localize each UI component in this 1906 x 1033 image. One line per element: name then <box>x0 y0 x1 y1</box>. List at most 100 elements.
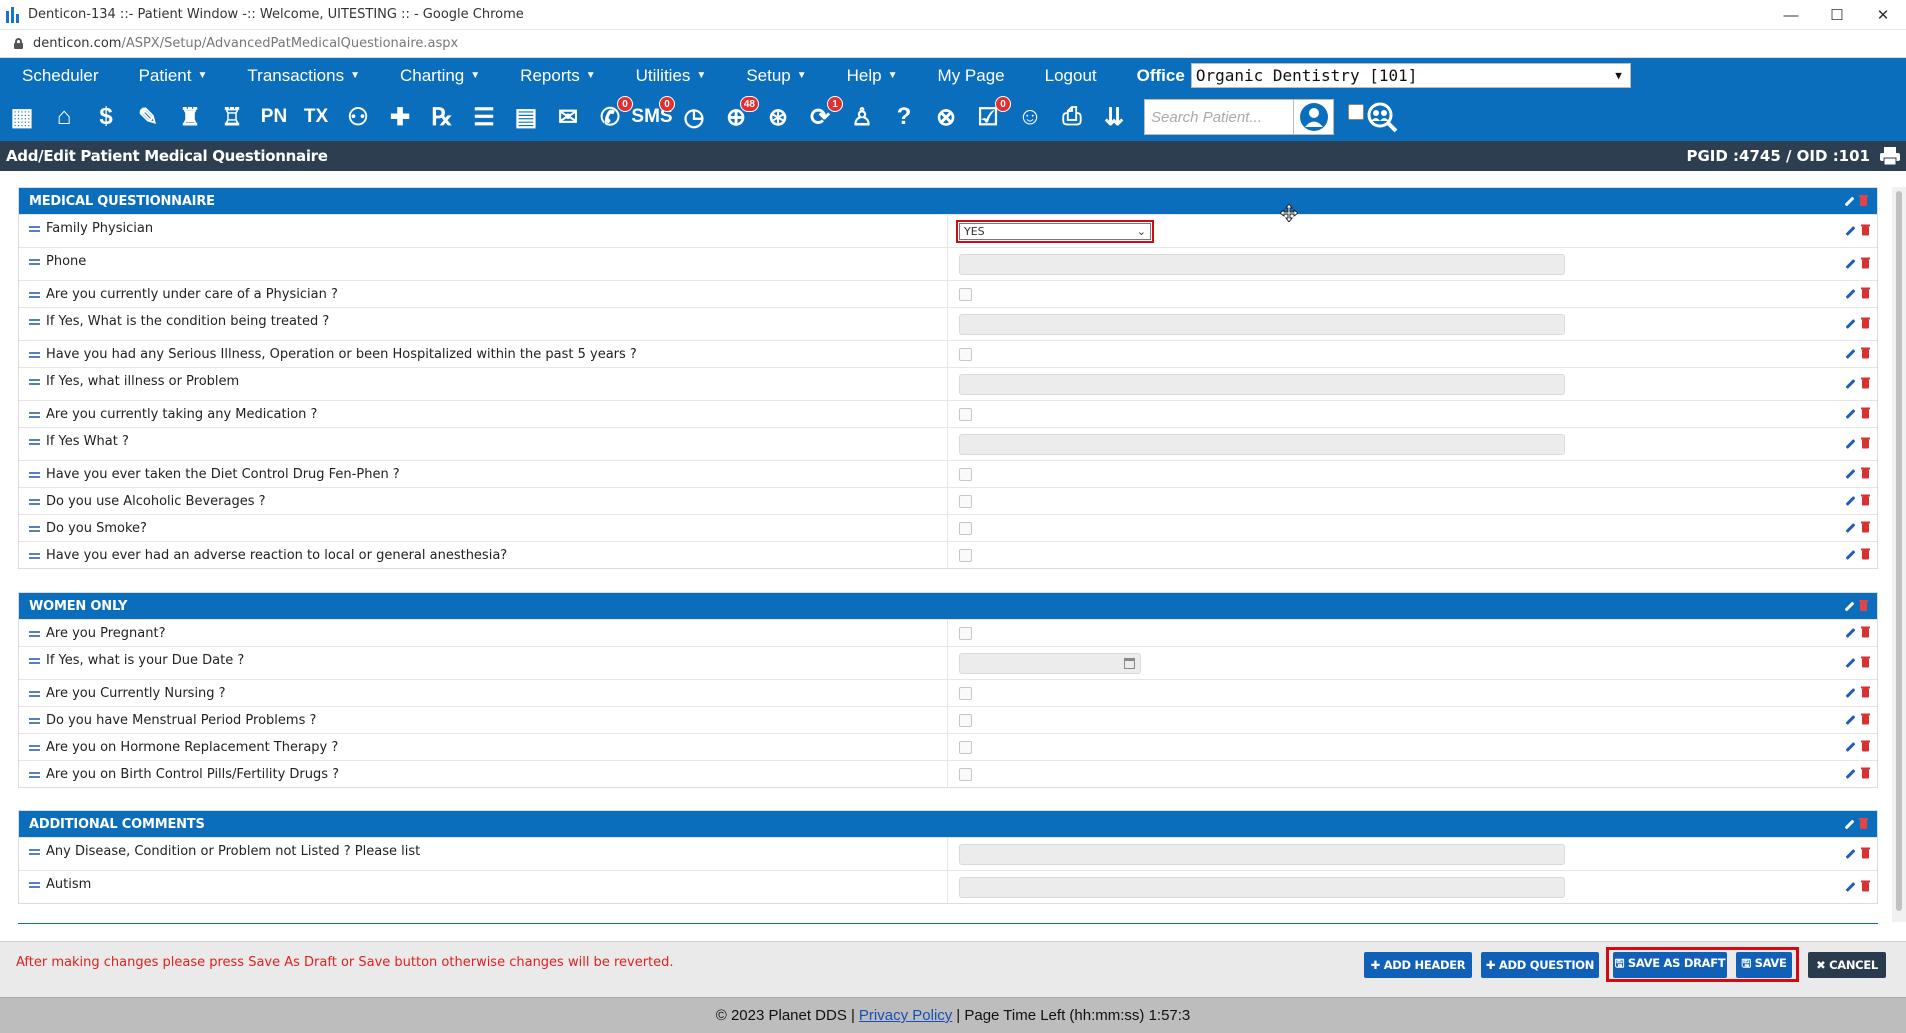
delete-header-icon[interactable] <box>1859 599 1868 611</box>
privacy-policy-link[interactable]: Privacy Policy <box>859 1007 952 1024</box>
chart-pen-icon[interactable]: ✎ <box>130 99 166 135</box>
url-text[interactable]: denticon.com/ASPX/Setup/AdvancedPatMedic… <box>33 36 458 51</box>
edit-question-icon[interactable] <box>1846 260 1855 269</box>
close-button[interactable]: ✕ <box>1860 0 1906 30</box>
drag-handle-icon[interactable] <box>29 553 40 559</box>
answer-checkbox[interactable] <box>959 548 972 562</box>
delete-question-icon[interactable] <box>1861 377 1870 389</box>
chevrons-down-icon[interactable]: ⇊ <box>1096 99 1132 135</box>
drag-handle-icon[interactable] <box>29 412 40 418</box>
edit-question-icon[interactable] <box>1846 227 1855 236</box>
calendar-icon[interactable] <box>1124 657 1135 669</box>
edit-question-icon[interactable] <box>1846 551 1855 560</box>
drag-handle-icon[interactable] <box>29 292 40 298</box>
delete-question-icon[interactable] <box>1861 713 1870 725</box>
delete-question-icon[interactable] <box>1861 548 1870 560</box>
answer-text-input[interactable] <box>959 373 1565 395</box>
drag-handle-icon[interactable] <box>29 772 40 778</box>
delete-question-icon[interactable] <box>1861 347 1870 359</box>
delete-question-icon[interactable] <box>1861 494 1870 506</box>
delete-question-icon[interactable] <box>1861 767 1870 779</box>
drag-handle-icon[interactable] <box>29 226 40 232</box>
checklist-icon[interactable]: ☑ 0 <box>970 96 1011 135</box>
envelope-icon[interactable]: ✉ <box>550 99 586 135</box>
menu-reports[interactable]: Reports ▼ <box>498 66 613 86</box>
answer-checkbox[interactable] <box>959 347 972 361</box>
printer-icon[interactable] <box>1880 147 1900 165</box>
answer-checkbox[interactable] <box>959 740 972 754</box>
edit-question-icon[interactable] <box>1846 440 1855 449</box>
add-patient-icon[interactable]: ⚇ <box>340 99 376 135</box>
cancel-button[interactable]: ✖ CANCEL <box>1808 952 1886 978</box>
tx-icon[interactable]: TX <box>298 99 334 135</box>
drag-handle-icon[interactable] <box>29 658 40 664</box>
drag-handle-icon[interactable] <box>29 526 40 532</box>
delete-question-icon[interactable] <box>1861 686 1870 698</box>
edit-header-icon[interactable] <box>1845 197 1854 206</box>
answer-text-input[interactable] <box>959 313 1565 335</box>
help-tooth-icon[interactable]: ? <box>886 99 922 135</box>
tooth-outline-icon[interactable]: ♙ <box>844 99 880 135</box>
menu-setup[interactable]: Setup ▼ <box>724 66 824 86</box>
add-medical-icon[interactable]: ✚ <box>382 99 418 135</box>
patient-search-input[interactable]: Search Patient... <box>1144 99 1294 135</box>
home-icon[interactable]: ⌂ <box>46 99 82 135</box>
edit-header-icon[interactable] <box>1845 820 1854 829</box>
save-as-draft-button[interactable]: 🖫 SAVE AS DRAFT <box>1613 952 1727 978</box>
answer-checkbox[interactable] <box>959 467 972 481</box>
edit-question-icon[interactable] <box>1846 290 1855 299</box>
globe-icon[interactable]: ⊕ 48 <box>718 96 759 135</box>
edit-question-icon[interactable] <box>1846 770 1855 779</box>
drag-handle-icon[interactable] <box>29 439 40 445</box>
answer-text-input[interactable] <box>959 253 1565 275</box>
add-question-button[interactable]: ✚ ADD QUESTION <box>1481 952 1599 978</box>
edit-question-icon[interactable] <box>1846 524 1855 533</box>
delete-question-icon[interactable] <box>1861 224 1870 236</box>
family-physician-select[interactable]: YES ⌄ <box>956 219 1154 243</box>
edit-question-icon[interactable] <box>1846 716 1855 725</box>
calendar-icon[interactable]: ▦ <box>4 99 40 135</box>
drag-handle-icon[interactable] <box>29 745 40 751</box>
edit-question-icon[interactable] <box>1846 320 1855 329</box>
menu-transactions[interactable]: Transactions ▼ <box>225 66 378 86</box>
maximize-button[interactable]: ☐ <box>1814 0 1860 30</box>
menu-utilities[interactable]: Utilities ▼ <box>614 66 725 86</box>
answer-text-input[interactable] <box>959 433 1565 455</box>
web-icon[interactable]: ⊗ <box>928 99 964 135</box>
office-select[interactable]: Organic Dentistry [101] ▼ <box>1190 63 1631 88</box>
edit-question-icon[interactable] <box>1846 380 1855 389</box>
answer-checkbox[interactable] <box>959 767 972 781</box>
drag-handle-icon[interactable] <box>29 379 40 385</box>
drag-handle-icon[interactable] <box>29 352 40 358</box>
delete-question-icon[interactable] <box>1861 467 1870 479</box>
delete-question-icon[interactable] <box>1861 287 1870 299</box>
group-search-icon[interactable] <box>1364 99 1400 135</box>
drag-handle-icon[interactable] <box>29 691 40 697</box>
answer-text-input[interactable] <box>959 843 1565 865</box>
delete-header-icon[interactable] <box>1859 194 1868 206</box>
delete-question-icon[interactable] <box>1861 437 1870 449</box>
pn-icon[interactable]: PN <box>256 99 292 135</box>
answer-checkbox[interactable] <box>959 713 972 727</box>
edit-question-icon[interactable] <box>1846 743 1855 752</box>
edit-header-icon[interactable] <box>1845 602 1854 611</box>
patient-search-button[interactable] <box>1294 99 1334 135</box>
edit-question-icon[interactable] <box>1846 470 1855 479</box>
printer-icon[interactable]: ⎙ <box>1054 99 1090 135</box>
menu-my-page[interactable]: My Page <box>916 66 1023 86</box>
menu-logout[interactable]: Logout <box>1023 66 1115 86</box>
edit-question-icon[interactable] <box>1846 410 1855 419</box>
message-icon[interactable]: ✆ 0 <box>592 96 633 135</box>
clock-icon[interactable]: ◷ <box>676 99 712 135</box>
delete-question-icon[interactable] <box>1861 257 1870 269</box>
answer-checkbox[interactable] <box>959 521 972 535</box>
vertical-scrollbar[interactable] <box>1892 187 1906 922</box>
drag-handle-icon[interactable] <box>29 882 40 888</box>
minimize-button[interactable]: — <box>1768 0 1814 30</box>
rx-icon[interactable]: ℞ <box>424 99 460 135</box>
support-icon[interactable]: ⊛ <box>760 99 796 135</box>
drag-handle-icon[interactable] <box>29 631 40 637</box>
delete-question-icon[interactable] <box>1861 847 1870 859</box>
menu-scheduler[interactable]: Scheduler <box>0 66 117 86</box>
menu-help[interactable]: Help ▼ <box>825 66 916 86</box>
